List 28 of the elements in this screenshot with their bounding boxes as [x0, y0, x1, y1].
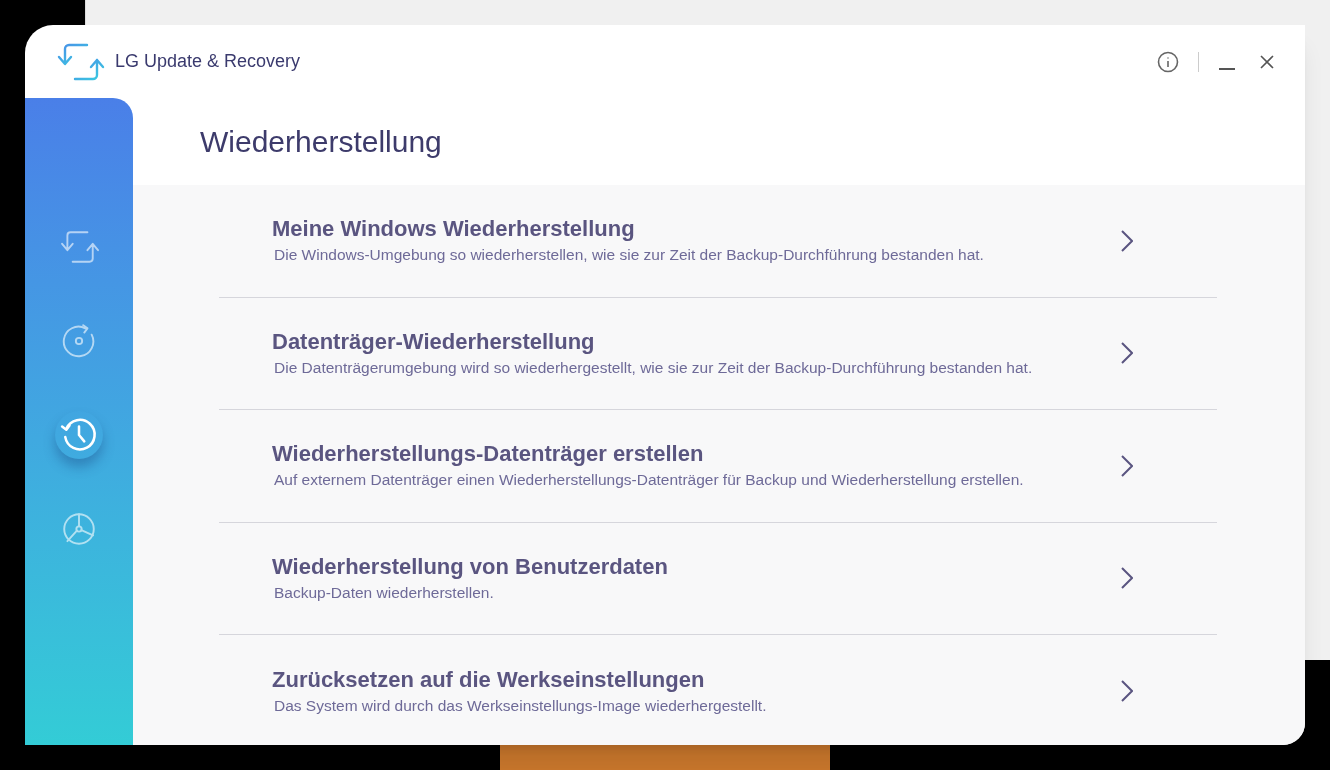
minimize-icon: [1219, 67, 1235, 70]
sync-arrows-icon: [57, 41, 105, 82]
option-row[interactable]: Datenträger-Wiederherstellung Die Datenträgerumgebung wird so wiederhergestellt, wie sie zur Zeit der Backup-Durchführung bestanden hat.: [219, 297, 1217, 410]
option-title: Datenträger-Wiederherstellung: [272, 327, 596, 356]
option-description: Backup-Daten wiederherstellen.: [273, 582, 495, 603]
option-row[interactable]: Wiederherstellungs-Datenträger erstellen Auf externem Datenträger einen Wiederherstellungs-Datenträger für Backup und Wiederherstellung erstellen.: [219, 410, 1217, 523]
option-title: Wiederherstellungs-Datenträger erstellen: [272, 440, 705, 469]
chevron-right-icon: [1121, 229, 1133, 252]
info-icon: [1157, 50, 1179, 73]
chevron-right-icon: [1121, 342, 1133, 365]
close-icon: [1260, 54, 1274, 69]
chevron-right-icon: [1121, 454, 1133, 477]
window-title: LG Update & Recovery: [115, 50, 301, 73]
option-description: Die Datenträgerumgebung wird so wiederhergestellt, wie sie zur Zeit der Backup-Durchführung bestanden hat.: [273, 357, 1034, 378]
option-title: Wiederherstellung von Benutzerdaten: [272, 552, 669, 581]
chevron-right-icon: [1121, 567, 1133, 590]
info-button[interactable]: [1156, 49, 1180, 74]
option-description: Auf externem Datenträger einen Wiederherstellungs-Datenträger für Backup und Wiederherstellung erstellen.: [273, 470, 1025, 491]
option-description: Das System wird durch das Werkseinstellungs-Image wiederhergestellt.: [273, 695, 768, 716]
page-title: Wiederherstellung: [200, 124, 442, 160]
chevron-right-icon: [1121, 680, 1133, 703]
option-description: Die Windows-Umgebung so wiederherstellen, wie sie zur Zeit der Backup-Durchführung bestanden hat.: [273, 245, 985, 266]
sync-arrows-icon: [58, 228, 100, 266]
option-title: Zurücksetzen auf die Werkseinstellungen: [272, 665, 706, 694]
option-row[interactable]: Meine Windows Wiederherstellung Die Windows-Umgebung so wiederherstellen, wie sie zur Zeit der Backup-Durchführung bestanden hat.: [219, 185, 1217, 298]
option-row[interactable]: Zurücksetzen auf die Werkseinstellungen Das System wird durch das Werkseinstellungs-Image wiederhergestellt.: [219, 635, 1217, 745]
option-title: Meine Windows Wiederherstellung: [272, 215, 636, 244]
option-row[interactable]: Wiederherstellung von Benutzerdaten Backup-Daten wiederherstellen.: [219, 522, 1217, 635]
